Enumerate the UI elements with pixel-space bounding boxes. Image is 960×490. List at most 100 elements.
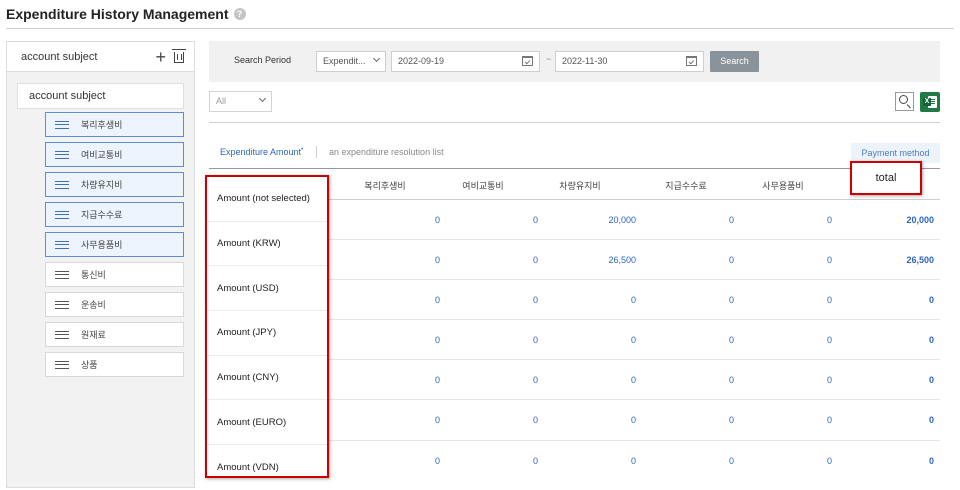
drag-handle-icon[interactable] [55, 240, 69, 249]
amount-option[interactable]: Amount (KRW) [207, 222, 327, 267]
account-subject-item[interactable]: 운송비 [45, 292, 184, 317]
trash-icon[interactable] [172, 49, 186, 63]
table-cell: 0 [826, 375, 832, 385]
account-subject-item-label: 지급수수료 [81, 210, 123, 220]
calendar-icon[interactable] [522, 56, 533, 66]
table-total-cell: 0 [928, 456, 934, 466]
search-button[interactable]: Search [710, 51, 759, 72]
table-cell: 0 [630, 295, 636, 305]
table-cell: 26,500 [608, 255, 636, 265]
start-date-value: 2022-09-19 [398, 56, 445, 66]
tab-expenditure-amount[interactable]: Expenditure Amount• [220, 147, 303, 157]
amount-option[interactable]: Amount (VDN) [207, 445, 327, 490]
table-cell: 0 [630, 415, 636, 425]
account-subject-header: account subject + [7, 42, 194, 72]
account-subject-item[interactable]: 원재료 [45, 322, 184, 347]
add-icon[interactable]: + [155, 48, 166, 66]
table-cell: 0 [630, 456, 636, 466]
drag-handle-icon[interactable] [55, 120, 69, 129]
table-cell: 0 [434, 335, 440, 345]
table-cell: 0 [826, 415, 832, 425]
account-subject-item[interactable]: 여비교통비 [45, 142, 184, 167]
table-cell: 0 [532, 375, 538, 385]
table-total-cell: 0 [928, 415, 934, 425]
amount-option[interactable]: Amount (not selected) [207, 177, 327, 222]
table-total-cell: 0 [928, 375, 934, 385]
drag-handle-icon[interactable] [55, 330, 69, 339]
date-range-separator: ~ [546, 54, 552, 64]
account-subject-item-label: 통신비 [81, 270, 106, 280]
table-cell: 0 [532, 295, 538, 305]
excel-icon[interactable]: X [920, 92, 940, 112]
account-subject-item[interactable]: 차량유지비 [45, 172, 184, 197]
table-cell: 0 [630, 335, 636, 345]
table-cell: 0 [728, 295, 734, 305]
table-top-border [209, 168, 940, 169]
chevron-down-icon [258, 94, 267, 103]
page-title: Expenditure History Management ? [6, 6, 246, 22]
table-header-cell: 사무용품비 [762, 181, 804, 191]
table-cell: 0 [728, 255, 734, 265]
account-subject-root[interactable]: account subject [17, 83, 184, 109]
filter-value: All [216, 96, 227, 106]
table-cell: 0 [826, 215, 832, 225]
drag-handle-icon[interactable] [55, 150, 69, 159]
table-total-cell: 0 [928, 335, 934, 345]
drag-handle-icon[interactable] [55, 210, 69, 219]
search-icon[interactable] [895, 92, 914, 111]
account-subject-item[interactable]: 지급수수료 [45, 202, 184, 227]
table-cell: 20,000 [608, 215, 636, 225]
end-date-value: 2022-11-30 [562, 56, 608, 66]
account-subject-item[interactable]: 복리후생비 [45, 112, 184, 137]
chevron-down-icon [372, 54, 381, 63]
table-cell: 0 [434, 375, 440, 385]
payment-method-button[interactable]: Payment method [851, 143, 940, 163]
calendar-icon[interactable] [686, 56, 697, 66]
account-subject-item-label: 운송비 [81, 300, 106, 310]
amount-option[interactable]: Amount (JPY) [207, 311, 327, 356]
tab-separator [316, 146, 317, 158]
end-date-input[interactable]: 2022-11-30 [555, 51, 704, 72]
table-cell: 0 [826, 335, 832, 345]
amount-option[interactable]: Amount (EURO) [207, 400, 327, 446]
table-cell: 0 [532, 215, 538, 225]
table-cell: 0 [728, 456, 734, 466]
tab-active-marker: • [301, 147, 304, 153]
account-subject-item[interactable]: 사무용품비 [45, 232, 184, 257]
period-type-select[interactable]: Expendit... [316, 51, 386, 72]
drag-handle-icon[interactable] [55, 180, 69, 189]
total-column-header: total [850, 161, 922, 195]
title-divider [6, 28, 954, 29]
table-cell: 0 [434, 415, 440, 425]
table-cell: 0 [728, 415, 734, 425]
table-total-cell: 20,000 [906, 215, 934, 225]
account-subject-item[interactable]: 통신비 [45, 262, 184, 287]
table-cell: 0 [728, 215, 734, 225]
table-cell: 0 [532, 415, 538, 425]
table-header-cell: 차량유지비 [559, 181, 601, 191]
tab-expenditure-resolution-list[interactable]: an expenditure resolution list [329, 147, 444, 157]
page-title-text: Expenditure History Management [6, 6, 229, 22]
start-date-input[interactable]: 2022-09-19 [391, 51, 540, 72]
table-total-cell: 26,500 [906, 255, 934, 265]
filter-select[interactable]: All [209, 91, 272, 112]
drag-handle-icon[interactable] [55, 300, 69, 309]
account-subject-item-label: 복리후생비 [81, 120, 123, 130]
account-subject-item-label: 원재료 [81, 330, 106, 340]
amount-option[interactable]: Amount (CNY) [207, 356, 327, 401]
account-subject-item[interactable]: 상품 [45, 352, 184, 377]
table-header-cell: 복리후생비 [364, 181, 406, 191]
table-header-cell: 지급수수료 [665, 181, 707, 191]
table-cell: 0 [826, 255, 832, 265]
table-cell: 0 [826, 295, 832, 305]
filter-divider [209, 122, 940, 123]
drag-handle-icon[interactable] [55, 270, 69, 279]
table-cell: 0 [728, 335, 734, 345]
help-icon[interactable]: ? [233, 8, 246, 20]
account-subject-item-label: 상품 [81, 360, 98, 370]
account-subject-header-label: account subject [21, 50, 98, 63]
amount-option[interactable]: Amount (USD) [207, 266, 327, 312]
drag-handle-icon[interactable] [55, 360, 69, 369]
table-cell: 0 [532, 335, 538, 345]
table-total-cell: 0 [928, 295, 934, 305]
